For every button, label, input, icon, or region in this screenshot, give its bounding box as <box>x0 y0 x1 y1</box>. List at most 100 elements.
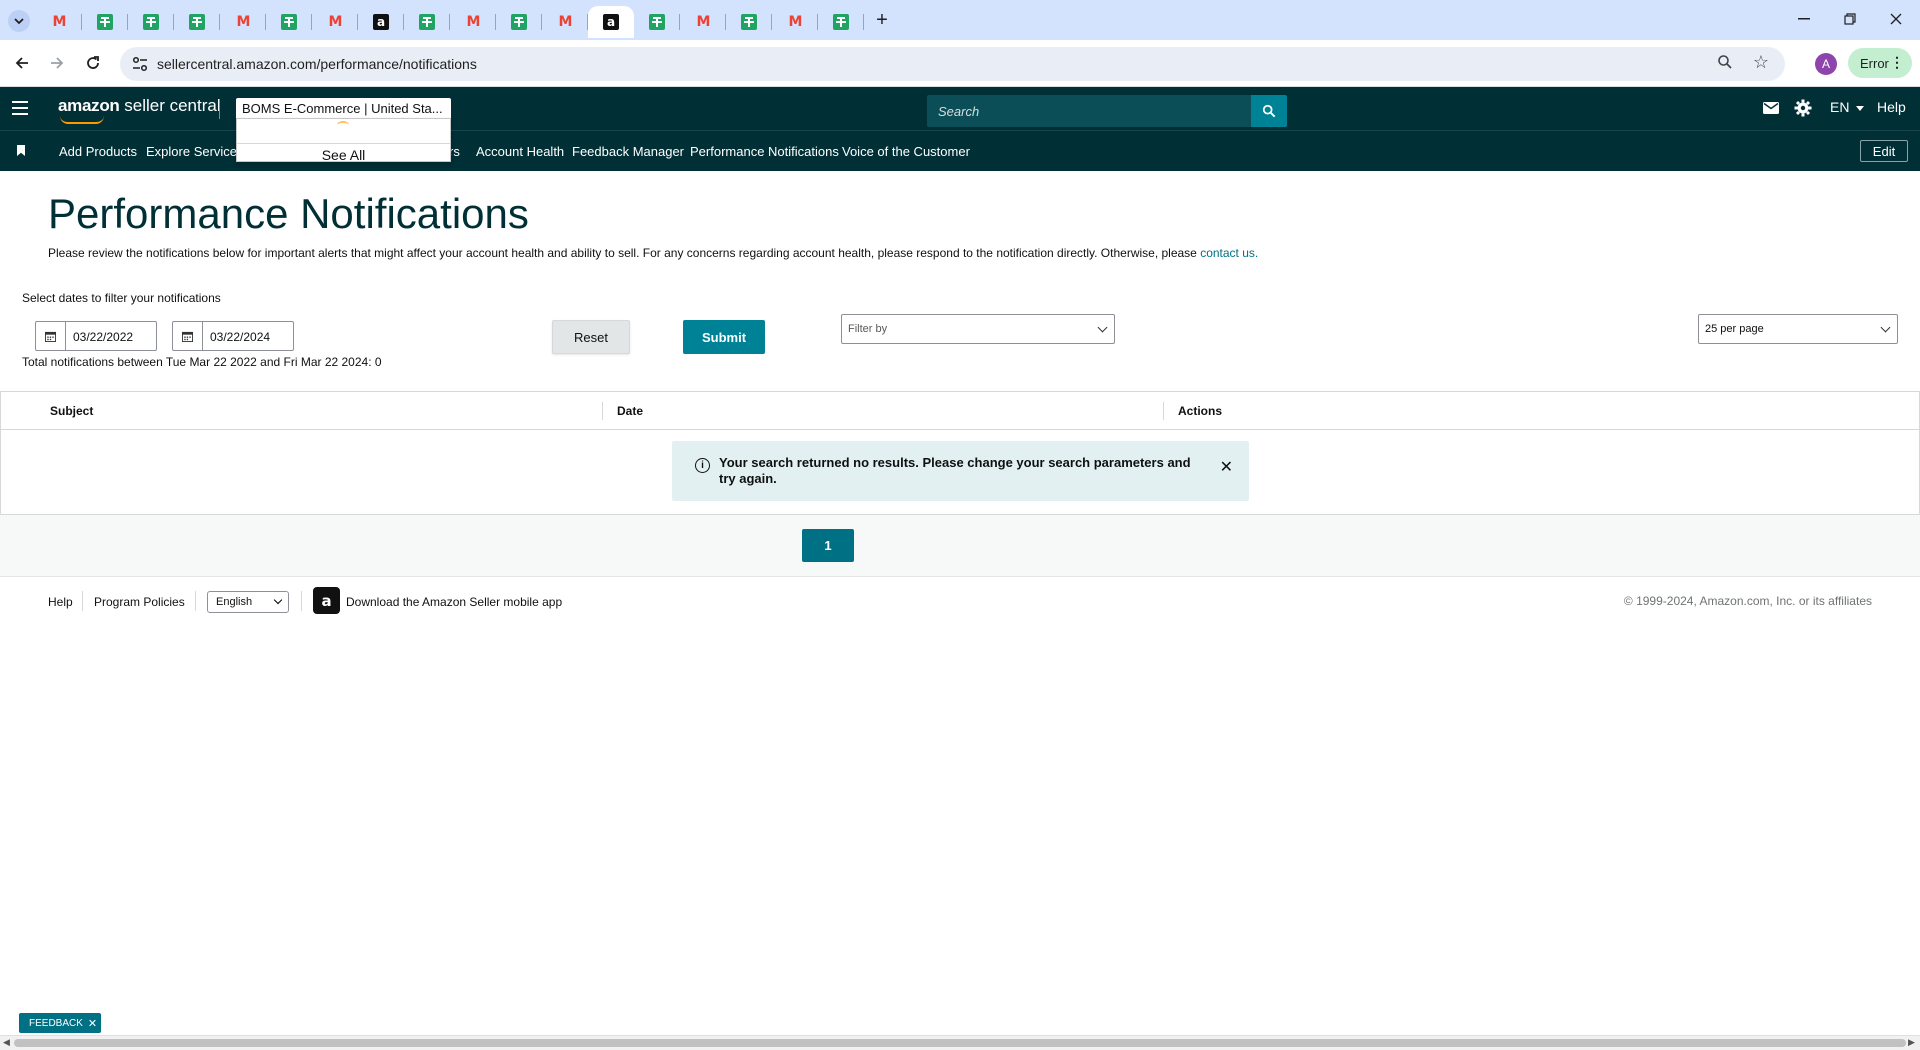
site-settings-icon[interactable] <box>132 56 148 72</box>
browser-tab[interactable]: M <box>542 6 588 38</box>
scroll-left-icon[interactable]: ◀ <box>3 1037 10 1048</box>
chevron-down-icon <box>1097 322 1108 333</box>
browser-tab[interactable] <box>266 6 312 38</box>
sheets-icon <box>511 14 527 30</box>
browser-tab[interactable] <box>128 6 174 38</box>
scroll-right-icon[interactable]: ▶ <box>1908 1037 1915 1048</box>
browser-tab[interactable] <box>634 6 680 38</box>
browser-tab[interactable] <box>174 6 220 38</box>
gear-icon[interactable] <box>1794 99 1812 120</box>
account-name: BOMS E-Commerce <box>242 101 361 116</box>
bookmark-icon[interactable] <box>17 145 25 156</box>
sheets-icon <box>649 14 665 30</box>
end-date-field[interactable]: 03/22/2024 <box>172 321 294 351</box>
account-dropdown: See All <box>236 118 451 163</box>
calendar-icon[interactable] <box>173 322 203 350</box>
nav-feedback-manager[interactable]: Feedback Manager <box>572 144 684 159</box>
browser-toolbar: sellercentral.amazon.com/performance/not… <box>0 40 1920 87</box>
browser-tab[interactable] <box>496 6 542 38</box>
browser-tab[interactable] <box>404 6 450 38</box>
mail-icon[interactable] <box>1763 101 1779 117</box>
nav-voice-of-customer[interactable]: Voice of the Customer <box>842 144 970 159</box>
sheets-icon <box>741 14 757 30</box>
nav-add-products[interactable]: Add Products <box>59 144 137 159</box>
bookmark-star-icon[interactable]: ☆ <box>1753 52 1769 73</box>
browser-tab[interactable]: a <box>588 6 634 38</box>
browser-tab[interactable]: M <box>450 6 496 38</box>
close-window-icon[interactable] <box>1874 6 1918 32</box>
nav-performance-notifications[interactable]: Performance Notifications <box>690 144 839 159</box>
per-page-select[interactable]: 25 per page <box>1698 314 1898 344</box>
copyright-text: © 1999-2024, Amazon.com, Inc. or its aff… <box>1623 594 1872 608</box>
browser-tab[interactable]: a <box>358 6 404 38</box>
browser-tab[interactable] <box>726 6 772 38</box>
contact-us-link[interactable]: contact us. <box>1200 246 1258 260</box>
close-icon[interactable]: ✕ <box>88 1017 97 1030</box>
hamburger-menu-icon[interactable] <box>12 101 28 115</box>
seller-central-logo[interactable]: amazon seller central <box>58 96 221 124</box>
sheets-icon <box>97 14 113 30</box>
calendar-icon[interactable] <box>36 322 66 350</box>
horizontal-scrollbar[interactable]: ◀ ▶ <box>0 1035 1920 1050</box>
back-arrow-icon[interactable] <box>7 48 37 78</box>
browser-tab[interactable]: M <box>680 6 726 38</box>
page-title: Performance Notifications <box>48 190 529 237</box>
footer-language-select[interactable]: English <box>207 591 289 613</box>
address-bar[interactable]: sellercentral.amazon.com/performance/not… <box>120 47 1785 81</box>
restore-icon[interactable] <box>1828 6 1872 32</box>
reset-button[interactable]: Reset <box>552 320 630 354</box>
browser-tab[interactable] <box>82 6 128 38</box>
filter-by-select[interactable]: Filter by <box>841 314 1115 344</box>
sheets-icon <box>189 14 205 30</box>
nav-explore-services[interactable]: Explore Services <box>146 144 244 159</box>
table-header: Subject Date Actions <box>1 392 1919 430</box>
url-text[interactable]: sellercentral.amazon.com/performance/not… <box>157 56 477 72</box>
nav-account-health[interactable]: Account Health <box>476 144 564 159</box>
column-actions: Actions <box>1178 404 1223 418</box>
reload-icon[interactable] <box>78 48 108 78</box>
search-button[interactable] <box>1251 95 1287 127</box>
browser-tab[interactable]: M <box>36 6 82 38</box>
scrollbar-thumb[interactable] <box>14 1039 1906 1047</box>
start-date-field[interactable]: 03/22/2022 <box>35 321 157 351</box>
language-selector[interactable]: EN <box>1830 99 1865 115</box>
column-subject[interactable]: Subject <box>50 404 93 418</box>
profile-avatar[interactable]: A <box>1815 53 1837 75</box>
browser-tab[interactable] <box>818 6 864 38</box>
footer-help-link[interactable]: Help <box>48 595 73 609</box>
mobile-app-link[interactable]: Download the Amazon Seller mobile app <box>346 595 562 609</box>
page-button[interactable]: 1 <box>802 529 854 562</box>
browser-tab-strip: M M Ma M Ma M M + <box>0 0 1920 40</box>
info-icon: i <box>695 458 710 473</box>
end-date-value[interactable]: 03/22/2024 <box>210 330 270 344</box>
chevron-down-icon <box>273 595 283 605</box>
close-icon[interactable]: ✕ <box>1220 457 1233 477</box>
start-date-value[interactable]: 03/22/2022 <box>73 330 133 344</box>
intro-text: Please review the notifications below fo… <box>48 246 1258 260</box>
browser-tab[interactable]: M <box>220 6 266 38</box>
account-region: United Sta... <box>371 101 443 116</box>
edit-nav-button[interactable]: Edit <box>1860 140 1908 162</box>
browser-tab[interactable]: M <box>772 6 818 38</box>
submit-button[interactable]: Submit <box>683 320 765 354</box>
minimize-icon[interactable] <box>1782 6 1826 32</box>
tab-search-icon[interactable] <box>8 10 30 32</box>
column-date[interactable]: Date <box>617 404 643 418</box>
browser-error-button[interactable]: Error ⋮ <box>1848 48 1912 78</box>
new-tab-button[interactable]: + <box>870 8 894 32</box>
browser-tab[interactable]: M <box>312 6 358 38</box>
program-policies-link[interactable]: Program Policies <box>94 595 185 609</box>
search-input[interactable] <box>927 95 1251 127</box>
account-switcher[interactable]: BOMS E-Commerce | United Sta... <box>236 98 451 120</box>
feedback-button[interactable]: FEEDBACK ✕ <box>19 1013 101 1033</box>
see-all-accounts-link[interactable]: See All <box>237 143 450 163</box>
forward-arrow-icon[interactable] <box>42 48 72 78</box>
zoom-icon[interactable] <box>1717 54 1733 75</box>
notifications-table: Subject Date Actions i Your search retur… <box>0 391 1920 515</box>
tab-separator <box>863 14 864 30</box>
column-divider <box>602 402 603 420</box>
amazon-app-icon[interactable]: a <box>313 587 340 614</box>
help-link[interactable]: Help <box>1877 99 1906 115</box>
gmail-icon: M <box>788 14 803 30</box>
footer-language-value: English <box>216 596 253 608</box>
